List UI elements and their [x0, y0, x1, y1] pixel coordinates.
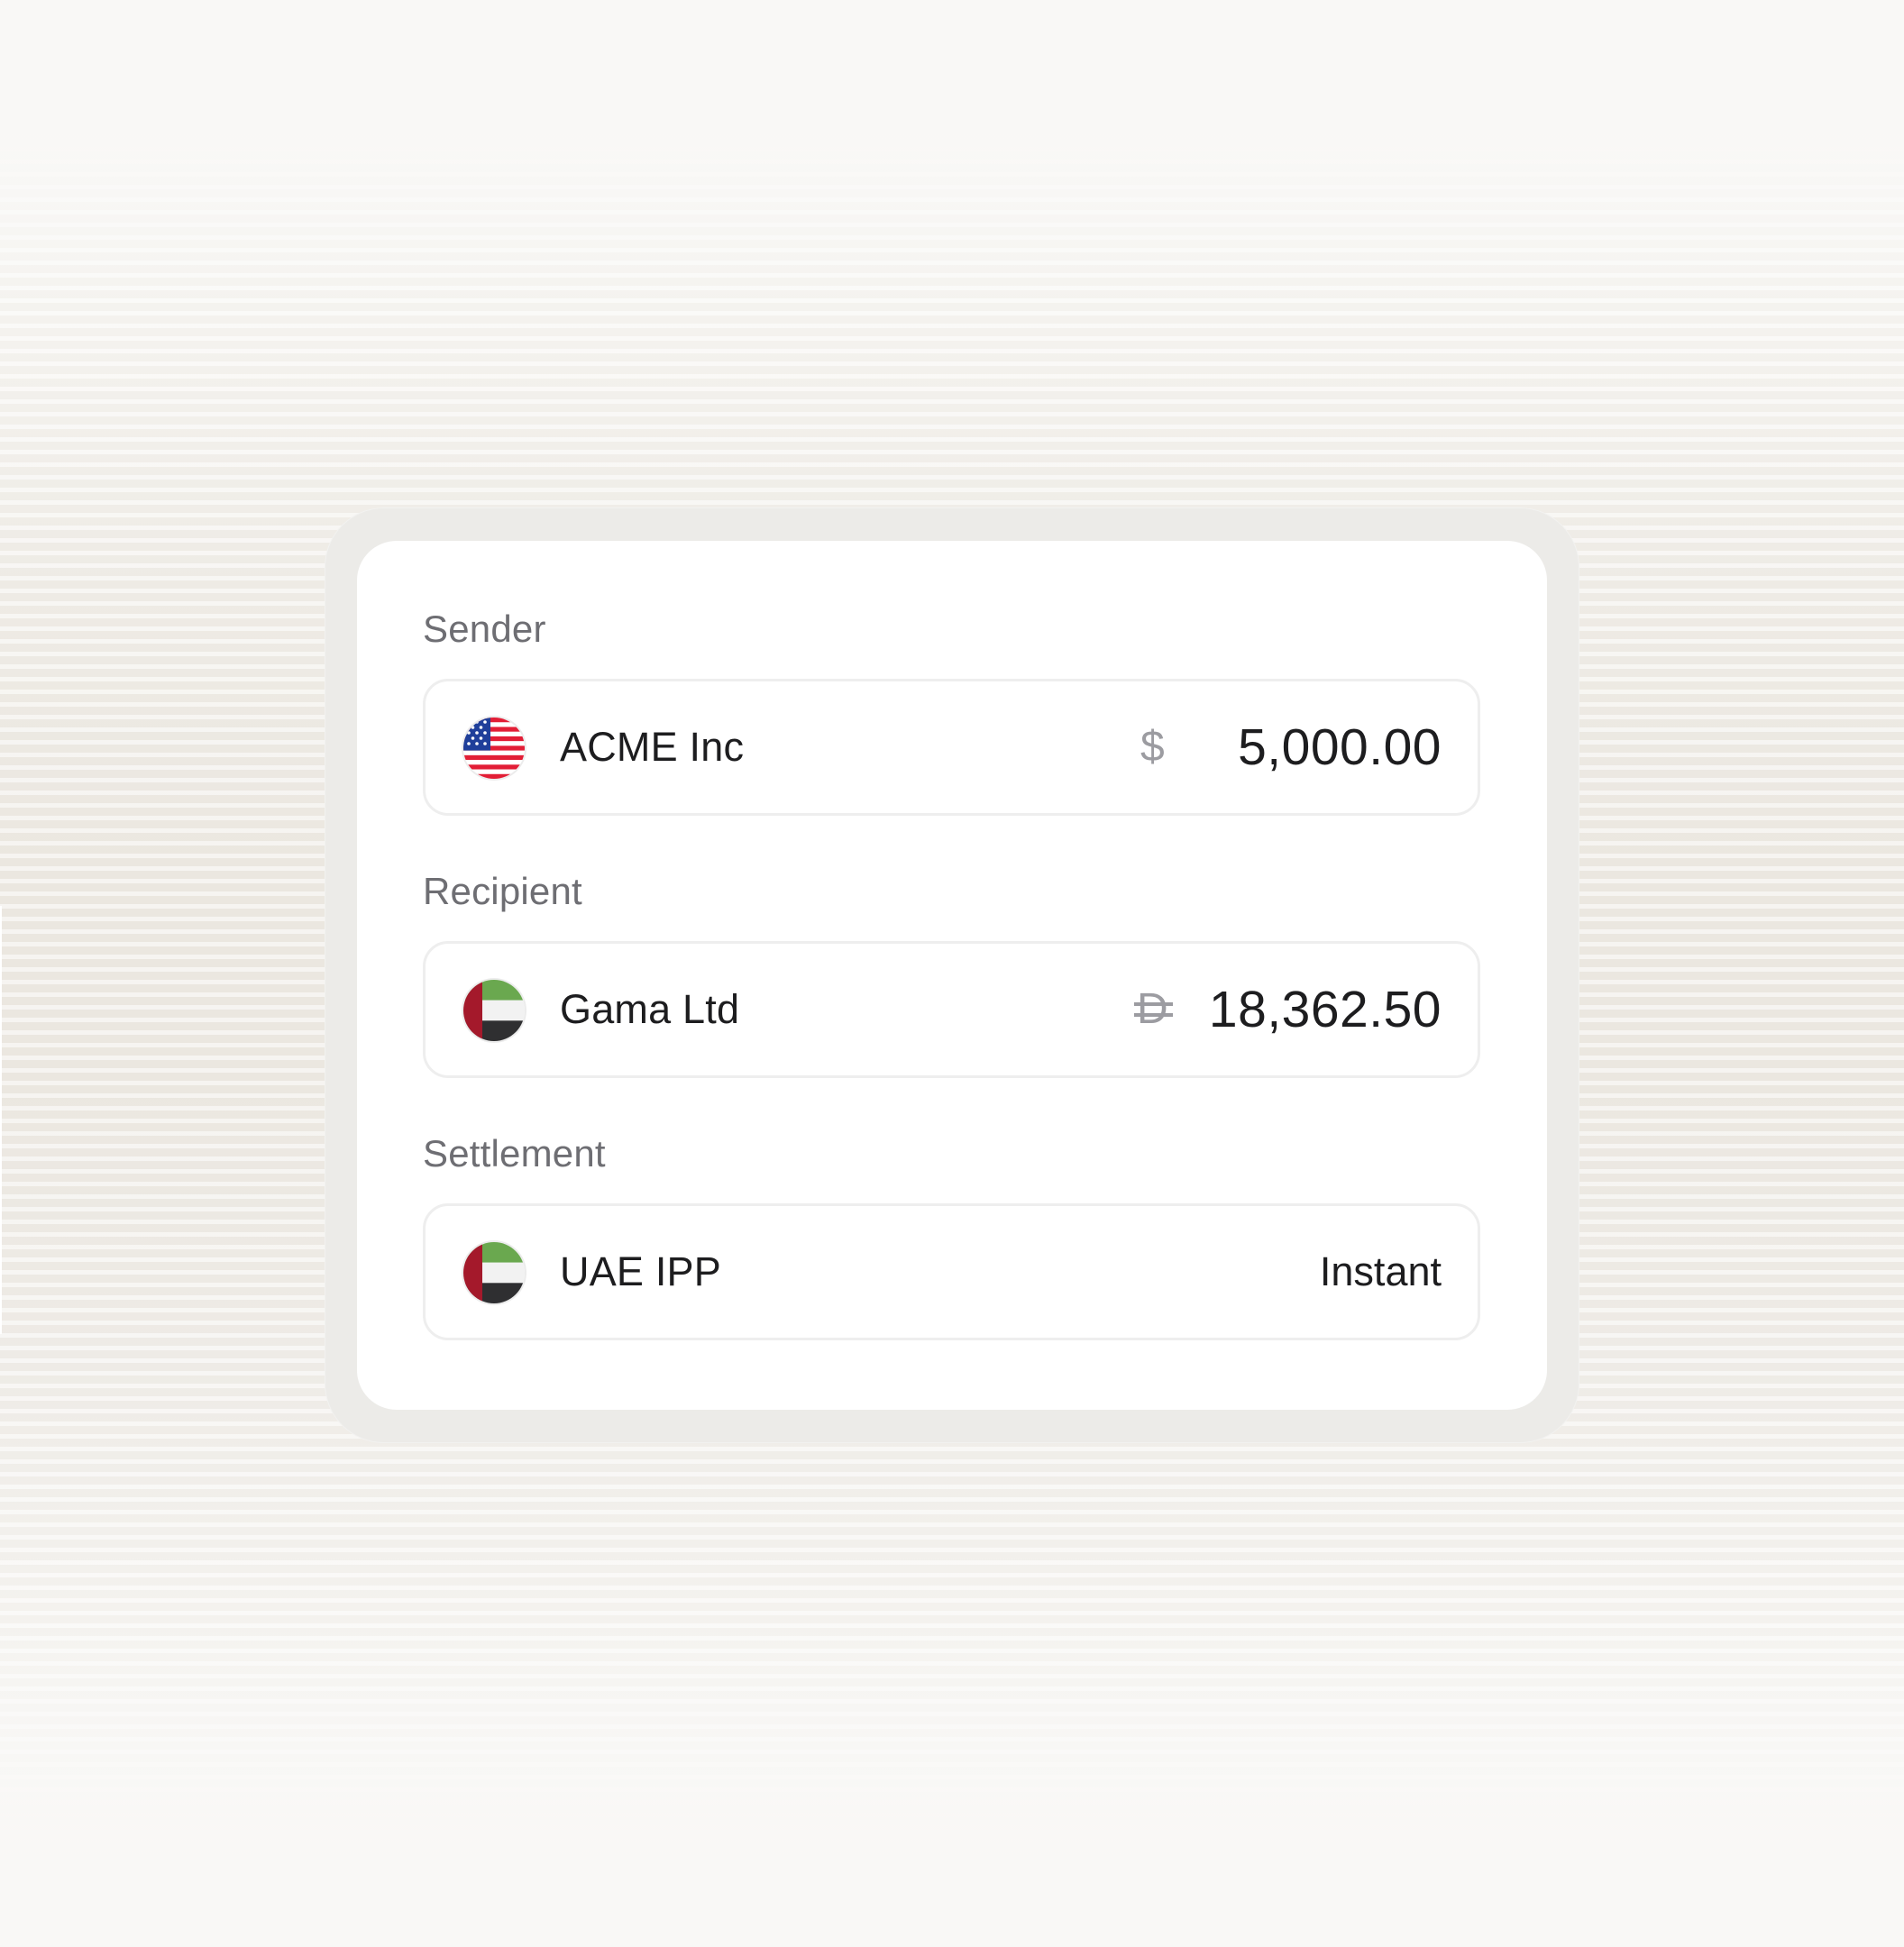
sender-label: Sender: [423, 608, 546, 650]
background-fade-top: [0, 0, 1904, 288]
settlement-name: UAE IPP: [560, 1248, 721, 1294]
settlement-status: Instant: [1319, 1248, 1442, 1294]
sender-name: ACME Inc: [560, 724, 745, 770]
us-flag-icon: [463, 718, 525, 779]
payment-summary-card: Sender ACME Inc $ 5,000.00 Recipient Gam…: [357, 541, 1547, 1410]
settlement-row[interactable]: UAE IPP Instant: [423, 1203, 1480, 1340]
settlement-label: Settlement: [423, 1132, 606, 1175]
uae-flag-icon: [463, 980, 525, 1041]
background-fade-bottom: [0, 1622, 1904, 1947]
uae-flag-icon: [463, 1242, 525, 1303]
dollar-icon: $: [1140, 723, 1165, 771]
recipient-amount: 18,362.50: [1208, 981, 1442, 1038]
edge-highlight: [0, 906, 2, 1334]
sender-amount: 5,000.00: [1238, 718, 1442, 776]
dirham-icon: D: [1134, 944, 1173, 1075]
recipient-name: Gama Ltd: [560, 986, 740, 1032]
recipient-row[interactable]: Gama Ltd D 18,362.50: [423, 941, 1480, 1078]
sender-row[interactable]: ACME Inc $ 5,000.00: [423, 679, 1480, 816]
recipient-label: Recipient: [423, 870, 582, 912]
